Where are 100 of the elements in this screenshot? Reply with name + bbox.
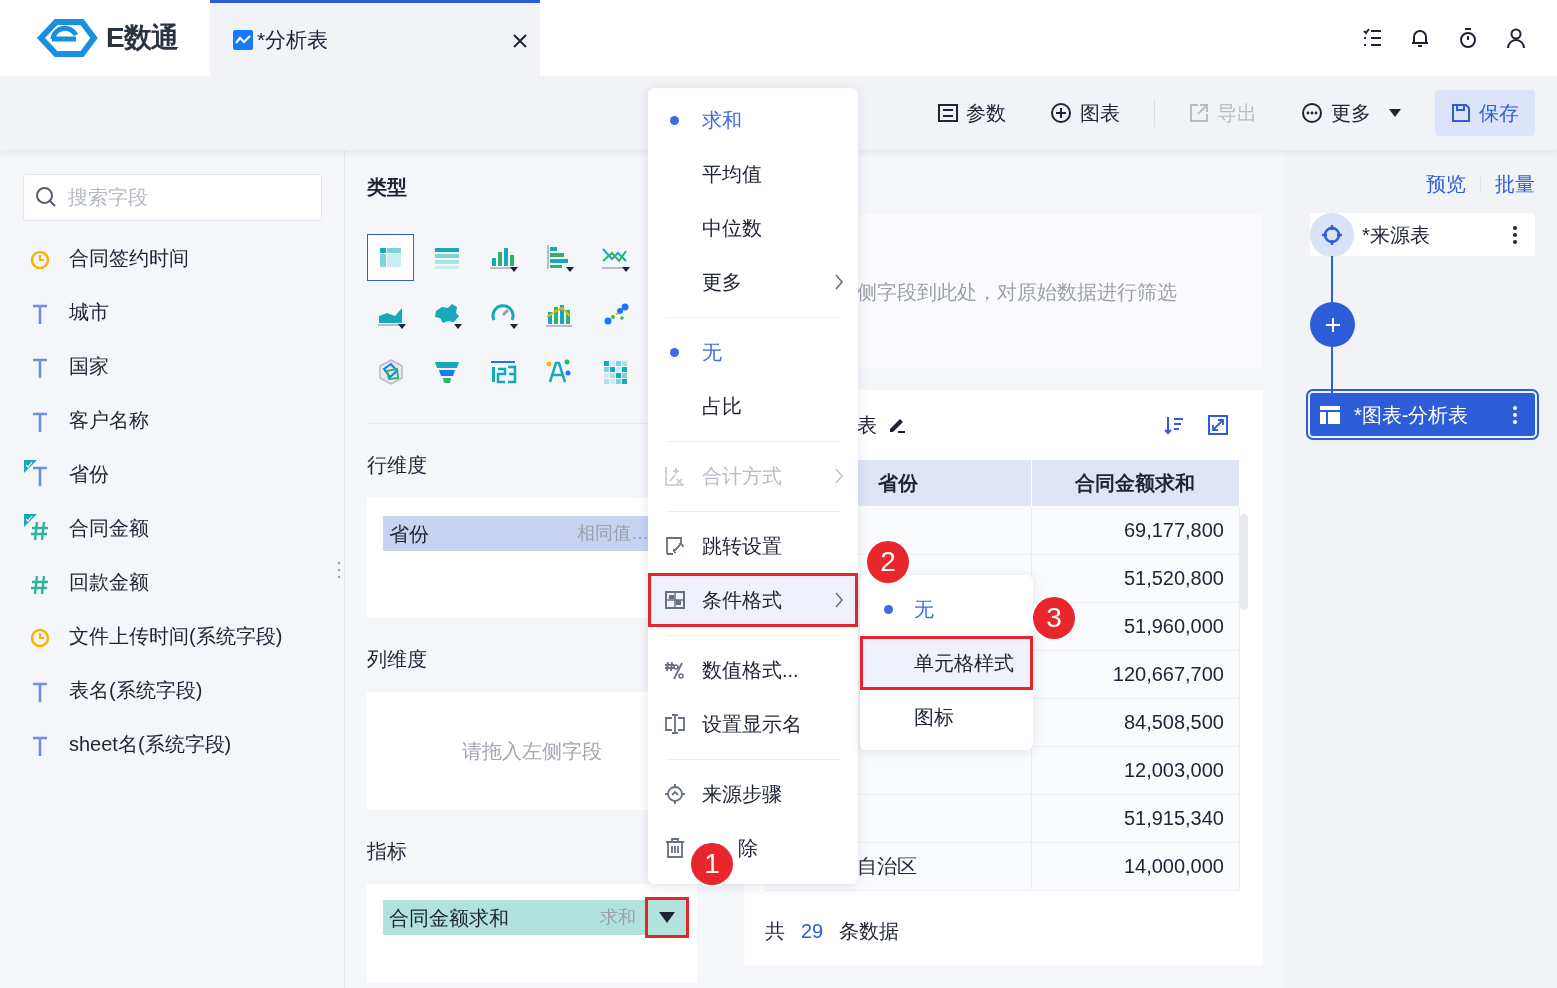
- section-title: 指标: [367, 839, 407, 864]
- step-number: 3: [1033, 597, 1075, 639]
- menu-item[interactable]: 无: [648, 325, 858, 379]
- more-vertical-icon[interactable]: [1513, 225, 1517, 244]
- table-cell: 14,000,000: [1031, 842, 1240, 890]
- plus-icon: [1324, 316, 1341, 333]
- tab-title: *分析表: [257, 26, 329, 53]
- field-item[interactable]: 国家: [23, 339, 322, 393]
- expand-icon[interactable]: [1208, 415, 1228, 435]
- bell-icon[interactable]: [1409, 27, 1431, 49]
- add-icon: [1050, 102, 1072, 124]
- chip-hint: 求和: [600, 906, 636, 929]
- measure-chip[interactable]: 合同金额求和 求和: [383, 900, 686, 935]
- step-number: 1: [691, 843, 733, 885]
- link[interactable]: 批量: [1495, 169, 1535, 199]
- chip-label: 省份: [389, 521, 429, 547]
- logo-icon: [36, 19, 98, 57]
- table-title: 表: [857, 413, 877, 438]
- drop-hint: 请拖入左侧字段: [462, 739, 602, 764]
- add-step-button[interactable]: [1310, 302, 1355, 347]
- footer-text: 条数据: [839, 918, 900, 944]
- field-item[interactable]: 表名(系统字段): [23, 663, 322, 717]
- save-icon: [1451, 103, 1471, 123]
- table-cell: 51,520,800: [1031, 554, 1240, 602]
- table-cell: 69,177,800: [1031, 506, 1240, 554]
- menu-item[interactable]: 平均值: [648, 147, 858, 201]
- field-label: 省份: [69, 462, 109, 487]
- grid-icon: [664, 589, 686, 611]
- field-item[interactable]: 合同金额: [23, 501, 322, 555]
- section-title: 行维度: [367, 453, 427, 478]
- selected-dot: [670, 347, 679, 357]
- field-item[interactable]: 省份: [23, 447, 322, 501]
- search-field[interactable]: 搜索字段: [23, 174, 322, 221]
- field-item[interactable]: 合同签约时间: [23, 231, 322, 285]
- table-cell: 84,508,500: [1031, 698, 1240, 746]
- resize-handle-icon[interactable]: [337, 561, 341, 579]
- menu-item[interactable]: 条件格式: [648, 573, 858, 627]
- more-icon: [1301, 102, 1323, 124]
- menu-item[interactable]: 求和: [648, 93, 858, 147]
- menu-item[interactable]: 设置显示名: [648, 697, 858, 751]
- trash-icon: [664, 837, 686, 859]
- field-item[interactable]: 文件上传时间(系统字段): [23, 609, 322, 663]
- menu-item[interactable]: 中位数: [648, 201, 858, 255]
- menu-item[interactable]: 数值格式...: [648, 643, 858, 697]
- menu-item[interactable]: 单元格样式: [860, 636, 1033, 690]
- field-label: 合同金额: [69, 516, 149, 541]
- table-icon: [1320, 405, 1340, 424]
- node-label: *图表-分析表: [1354, 402, 1469, 428]
- chevron-right-icon: [834, 591, 844, 609]
- field-item[interactable]: 回款金额: [23, 555, 322, 609]
- row-count: 29: [801, 918, 824, 944]
- field-label: 合同签约时间: [69, 246, 189, 271]
- chip-label: 合同金额求和: [389, 905, 509, 931]
- menu-item[interactable]: 来源步骤: [648, 767, 858, 821]
- field-item[interactable]: 城市: [23, 285, 322, 339]
- footer-text: 共: [765, 918, 785, 944]
- menu-item[interactable]: 占比: [648, 379, 858, 433]
- document-tab[interactable]: *分析表: [210, 0, 540, 76]
- field-item[interactable]: 客户名称: [23, 393, 322, 447]
- save-button[interactable]: 保存: [1435, 90, 1535, 136]
- chart-icon: [664, 465, 686, 487]
- sort-icon[interactable]: [1164, 415, 1184, 435]
- field-label: 表名(系统字段): [69, 678, 203, 703]
- chart-type-button[interactable]: [367, 234, 414, 281]
- caret-icon: [1389, 109, 1401, 117]
- table-cell: 51,915,340: [1031, 794, 1240, 842]
- flow-node[interactable]: *来源表: [1310, 213, 1535, 256]
- toolbar-button[interactable]: 图表: [1040, 92, 1130, 134]
- chevron-right-icon: [834, 273, 844, 291]
- field-label: 客户名称: [69, 408, 149, 433]
- section-title: 类型: [367, 175, 408, 200]
- chip-hint: 相同值…: [577, 522, 649, 545]
- table-cell: 120,667,700: [1031, 650, 1240, 698]
- export-icon: [1189, 103, 1209, 123]
- column-header: 合同金额求和: [1031, 460, 1240, 506]
- more-dropdown[interactable]: 更多: [1291, 92, 1411, 134]
- step-number: 2: [867, 541, 909, 583]
- menu-item[interactable]: 更多: [648, 255, 858, 309]
- list-icon[interactable]: [1361, 27, 1383, 49]
- target-icon: [664, 783, 686, 805]
- timer-icon[interactable]: [1457, 27, 1479, 49]
- sliders-icon: [938, 103, 958, 123]
- link[interactable]: 预览: [1426, 169, 1466, 199]
- field-label: 文件上传时间(系统字段): [69, 624, 283, 649]
- number-format-icon: [664, 659, 686, 681]
- field-label: 国家: [69, 354, 109, 379]
- toolbar-button[interactable]: 参数: [928, 92, 1016, 134]
- selected-dot: [884, 604, 893, 614]
- field-item[interactable]: sheet名(系统字段): [23, 717, 322, 771]
- section-title: 列维度: [367, 647, 427, 672]
- chevron-right-icon: [834, 467, 844, 485]
- node-label: *来源表: [1362, 222, 1430, 248]
- text-cursor-icon: [664, 713, 686, 735]
- caret-icon: [659, 912, 675, 923]
- field-label: sheet名(系统字段): [69, 732, 232, 757]
- user-icon[interactable]: [1505, 27, 1527, 49]
- close-icon[interactable]: [512, 33, 528, 50]
- menu-item[interactable]: 图标: [860, 690, 1033, 744]
- target-icon: [1321, 223, 1343, 246]
- chart-icon: [233, 29, 253, 50]
